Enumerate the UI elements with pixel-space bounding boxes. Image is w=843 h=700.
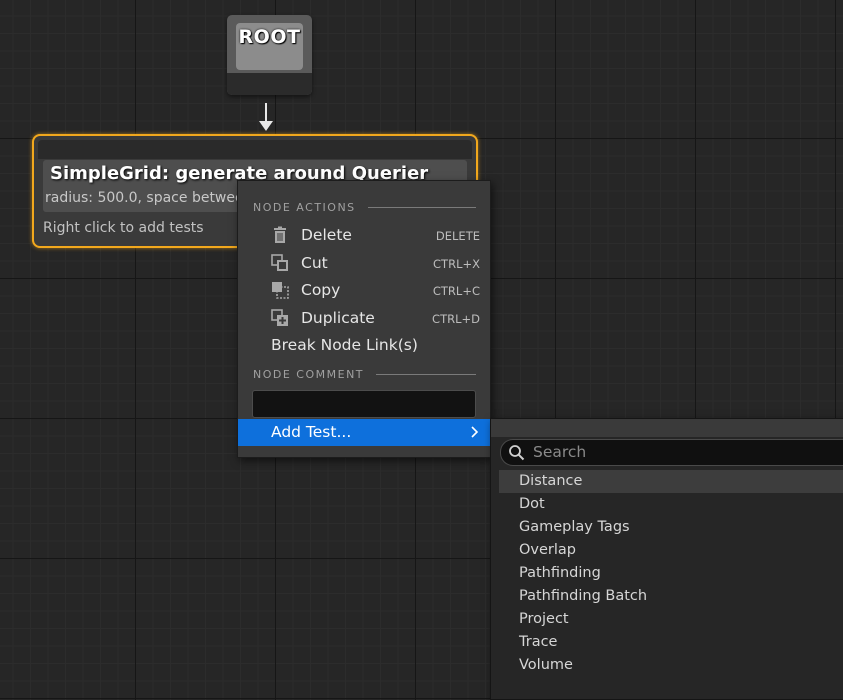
submenu-top-band — [491, 419, 843, 437]
copy-icon — [272, 282, 289, 299]
test-item-distance[interactable]: Distance — [499, 470, 843, 493]
node-actions-header: NODE ACTIONS — [253, 200, 476, 214]
node-comment-header: NODE COMMENT — [253, 367, 476, 381]
test-item-overlap[interactable]: Overlap — [499, 539, 843, 562]
menu-item-label: Break Node Link(s) — [271, 336, 418, 354]
test-item-dot[interactable]: Dot — [499, 493, 843, 516]
test-item-project[interactable]: Project — [499, 608, 843, 631]
cut-icon — [271, 254, 288, 271]
test-list: Distance Dot Gameplay Tags Overlap Pathf… — [499, 470, 843, 677]
menu-item-label: Cut — [301, 254, 328, 272]
search-field[interactable] — [500, 439, 843, 466]
menu-item-label: Delete — [301, 226, 352, 244]
add-test-submenu: Distance Dot Gameplay Tags Overlap Pathf… — [490, 418, 843, 700]
test-item-gameplay-tags[interactable]: Gameplay Tags — [499, 516, 843, 539]
node-comment-input[interactable] — [252, 390, 476, 418]
menu-item-duplicate[interactable]: Duplicate CTRL+D — [238, 305, 490, 331]
section-divider — [376, 373, 476, 375]
menu-item-break-node-links[interactable]: Break Node Link(s) — [238, 332, 490, 358]
menu-item-copy[interactable]: Copy CTRL+C — [238, 277, 490, 303]
duplicate-icon — [271, 309, 288, 326]
menu-item-label: Duplicate — [301, 309, 375, 327]
trash-icon — [274, 226, 286, 243]
context-menu: NODE ACTIONS Delete DELETE Cut CTRL+X Co… — [237, 180, 491, 458]
chevron-right-icon — [471, 426, 479, 438]
menu-item-label: Add Test... — [271, 423, 352, 441]
test-item-pathfinding[interactable]: Pathfinding — [499, 562, 843, 585]
menu-item-delete[interactable]: Delete DELETE — [238, 222, 490, 248]
graph-canvas[interactable]: ROOT SimpleGrid: generate around Querier… — [0, 0, 843, 700]
shortcut-label: CTRL+C — [432, 284, 480, 298]
search-input[interactable] — [533, 441, 833, 463]
shortcut-label: CTRL+X — [433, 257, 480, 271]
shortcut-label: DELETE — [435, 229, 480, 243]
menu-item-cut[interactable]: Cut CTRL+X — [238, 250, 490, 276]
arrow-down-icon — [259, 121, 273, 131]
menu-item-add-test[interactable]: Add Test... — [238, 419, 490, 446]
generator-node-subtitle: radius: 500.0, space between — [45, 190, 253, 206]
root-node[interactable]: ROOT — [227, 15, 312, 95]
section-divider — [367, 206, 476, 208]
menu-item-label: Copy — [301, 281, 341, 299]
node-actions-header-label: NODE ACTIONS — [253, 200, 356, 214]
root-node-label: ROOT — [238, 26, 301, 48]
generator-node-hint: Right click to add tests — [43, 220, 204, 236]
test-item-pathfinding-batch[interactable]: Pathfinding Batch — [499, 585, 843, 608]
node-comment-header-label: NODE COMMENT — [253, 367, 365, 381]
search-icon — [509, 445, 525, 461]
test-item-trace[interactable]: Trace — [499, 631, 843, 654]
test-item-volume[interactable]: Volume — [499, 654, 843, 677]
root-output-pin[interactable] — [227, 73, 312, 95]
shortcut-label: CTRL+D — [432, 312, 480, 326]
generator-input-pin[interactable] — [38, 140, 472, 159]
